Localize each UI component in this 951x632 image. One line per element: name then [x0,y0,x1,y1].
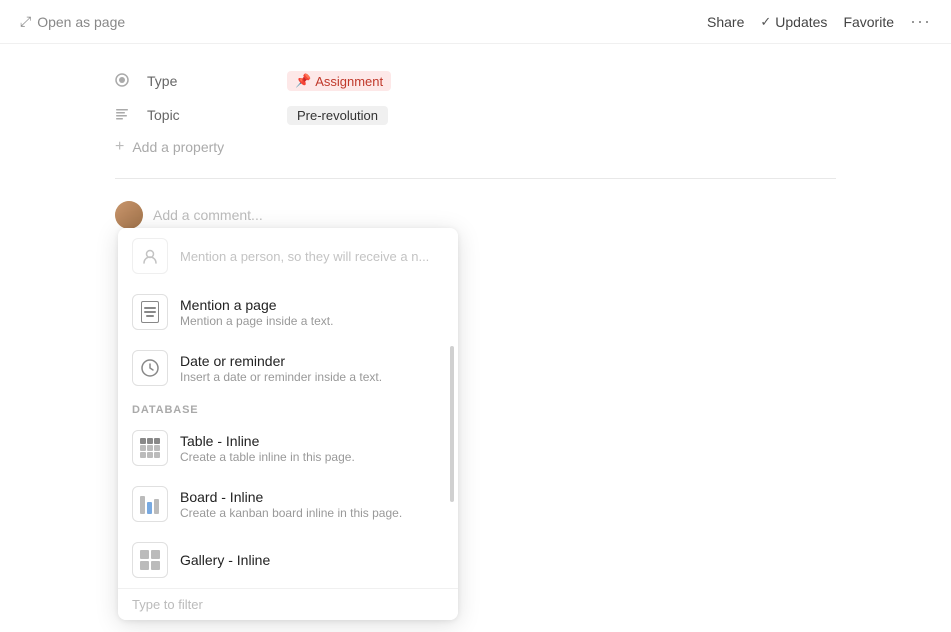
type-property-icon [115,73,139,90]
table-cell-6 [154,452,160,458]
gallery-inline-title: Gallery - Inline [180,552,270,568]
share-button[interactable]: Share [707,14,744,30]
open-as-page-label: Open as page [37,14,125,30]
assignment-label: Assignment [315,74,383,89]
board-icon-cols [140,494,160,514]
dropdown-mention-page[interactable]: Mention a page Mention a page inside a t… [118,284,458,340]
board-col-1 [140,496,145,514]
dropdown-gallery-inline[interactable]: Gallery - Inline [118,532,458,588]
dropdown-mention-person-partial[interactable]: Mention a person, so they will receive a… [118,228,458,284]
topbar-actions: Share ✓ Updates Favorite ··· [707,11,931,32]
plus-icon: + [115,138,124,156]
table-cell-3 [154,445,160,451]
assignment-tag[interactable]: 📌 Assignment [287,71,391,91]
type-property-row: Type 📌 Assignment [115,64,836,98]
page-line-1 [144,307,156,309]
gallery-inline-content: Gallery - Inline [180,552,270,568]
mention-person-partial-desc: Mention a person, so they will receive a… [180,249,429,264]
updates-label: Updates [775,14,827,30]
table-cell-h3 [154,438,160,444]
add-property-label: Add a property [132,139,224,155]
pin-icon: 📌 [295,73,311,89]
table-inline-title: Table - Inline [180,433,355,449]
gallery-cell-4 [151,561,160,570]
add-property-button[interactable]: + Add a property [115,132,836,162]
avatar [115,201,143,229]
table-inline-icon [132,430,168,466]
type-property-value[interactable]: 📌 Assignment [287,71,391,91]
topbar: ⤢ Open as page Share ✓ Updates Favorite … [0,0,951,44]
gallery-inline-icon [132,542,168,578]
table-icon-grid [140,438,160,458]
dropdown-board-inline[interactable]: Board - Inline Create a kanban board inl… [118,476,458,532]
topic-tag[interactable]: Pre-revolution [287,106,388,125]
table-cell-h2 [147,438,153,444]
board-inline-desc: Create a kanban board inline in this pag… [180,506,402,520]
mention-person-icon [132,238,168,274]
divider [115,178,836,179]
date-reminder-content: Date or reminder Insert a date or remind… [180,353,382,384]
date-reminder-icon [132,350,168,386]
favorite-button[interactable]: Favorite [843,14,894,30]
check-icon: ✓ [760,14,771,30]
avatar-face [115,201,143,229]
dropdown-table-inline[interactable]: Table - Inline Create a table inline in … [118,420,458,476]
mention-page-content: Mention a page Mention a page inside a t… [180,297,333,328]
mention-page-desc: Mention a page inside a text. [180,314,333,328]
page-line-3 [146,315,154,317]
gallery-cell-2 [151,550,160,559]
table-inline-content: Table - Inline Create a table inline in … [180,433,355,464]
updates-button[interactable]: ✓ Updates [760,14,827,30]
dropdown-menu: Mention a person, so they will receive a… [118,228,458,620]
table-cell-4 [140,452,146,458]
board-col-2 [147,502,152,514]
database-section-header: DATABASE [118,396,458,420]
open-as-page-button[interactable]: ⤢ Open as page [20,13,125,30]
table-cell-1 [140,445,146,451]
comment-input[interactable]: Add a comment... [153,207,263,223]
dropdown-date-reminder[interactable]: Date or reminder Insert a date or remind… [118,340,458,396]
dropdown-filter: Type to filter [118,588,458,620]
filter-placeholder: Type to filter [132,597,203,612]
gallery-cell-1 [140,550,149,559]
table-cell-2 [147,445,153,451]
properties-section: Type 📌 Assignment Topic [115,64,836,162]
mention-person-content: Mention a person, so they will receive a… [180,248,429,264]
topic-property-label: Topic [147,107,287,123]
board-inline-icon [132,486,168,522]
topic-label: Pre-revolution [297,108,378,123]
more-options-button[interactable]: ··· [910,11,931,32]
dropdown-scrollbar[interactable] [450,346,454,503]
gallery-cell-3 [140,561,149,570]
board-inline-title: Board - Inline [180,489,402,505]
type-property-label: Type [147,73,287,89]
board-inline-content: Board - Inline Create a kanban board inl… [180,489,402,520]
mention-page-title: Mention a page [180,297,333,313]
page-line-2 [144,311,156,313]
page-icon-body [141,301,159,323]
date-reminder-title: Date or reminder [180,353,382,369]
mention-page-icon [132,294,168,330]
table-cell-5 [147,452,153,458]
table-inline-desc: Create a table inline in this page. [180,450,355,464]
expand-icon: ⤢ [20,13,31,30]
gallery-icon-grid [140,550,160,570]
topic-property-icon [115,107,139,124]
date-reminder-desc: Insert a date or reminder inside a text. [180,370,382,384]
board-col-3 [154,499,159,514]
table-cell-h1 [140,438,146,444]
topic-property-value[interactable]: Pre-revolution [287,106,388,125]
topic-property-row: Topic Pre-revolution [115,98,836,132]
